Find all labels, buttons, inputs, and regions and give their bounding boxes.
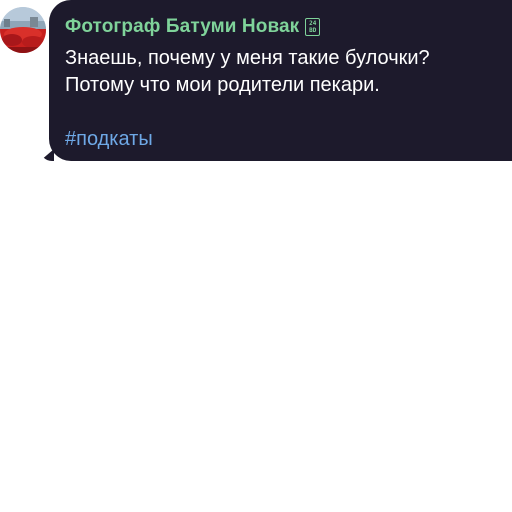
sender-name[interactable]: Фотограф Батуми Новак — [65, 16, 299, 38]
admin-badge-icon: 24 BD — [305, 18, 321, 36]
avatar-photo-icon — [0, 7, 46, 53]
message-text: Знаешь, почему у меня такие булочки? Пот… — [65, 47, 430, 96]
sender-avatar[interactable] — [0, 7, 46, 53]
chat-view: Фотограф Батуми Новак 24 BD Знаешь, поче… — [0, 0, 512, 512]
sender-row: Фотограф Батуми Новак 24 BD — [65, 14, 498, 40]
message-bubble[interactable]: Фотограф Батуми Новак 24 BD Знаешь, поче… — [49, 0, 512, 161]
hashtag-link[interactable]: #подкаты — [65, 126, 153, 153]
